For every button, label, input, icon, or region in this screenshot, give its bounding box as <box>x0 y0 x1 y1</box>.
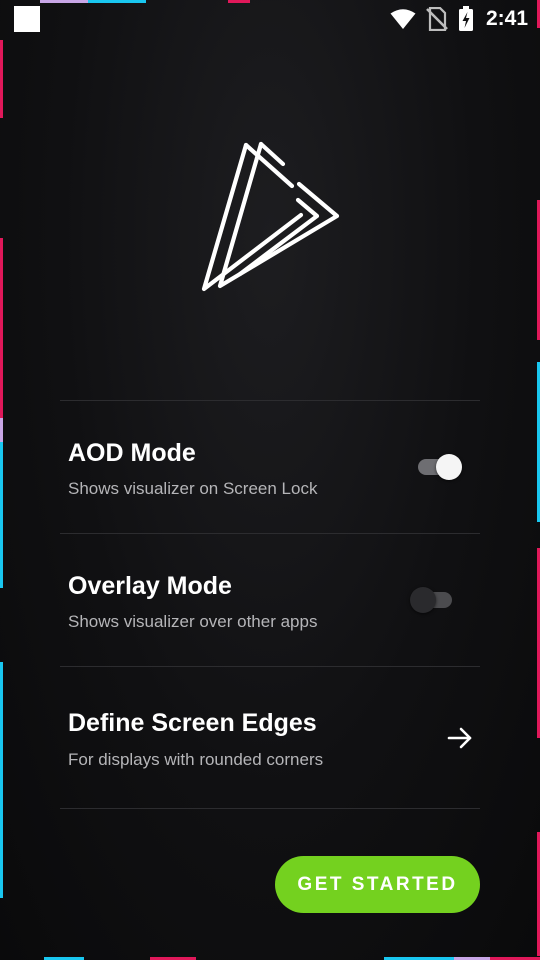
row-subtitle: For displays with rounded corners <box>68 750 324 769</box>
get-started-button[interactable]: GET STARTED <box>275 856 480 913</box>
app-logo <box>201 141 340 292</box>
row-subtitle: Shows visualizer over other apps <box>68 612 318 631</box>
wifi-icon <box>390 9 416 29</box>
notification-square-icon <box>14 6 40 32</box>
settings-row-aod[interactable]: AOD Mode Shows visualizer on Screen Lock <box>60 401 480 533</box>
status-bar: 2:41 <box>0 0 540 38</box>
settings-row-screen-edges[interactable]: Define Screen Edges For displays with ro… <box>60 667 480 808</box>
row-title: Overlay Mode <box>68 572 232 600</box>
row-title: AOD Mode <box>68 439 196 467</box>
settings-row-overlay[interactable]: Overlay Mode Shows visualizer over other… <box>60 534 480 666</box>
aod-mode-toggle[interactable] <box>418 454 462 480</box>
no-sim-icon <box>426 7 448 31</box>
toggle-thumb <box>410 587 436 613</box>
arrow-right-icon[interactable] <box>446 724 474 752</box>
battery-charging-icon <box>458 6 473 31</box>
toggle-thumb <box>436 454 462 480</box>
status-icons: 2:41 <box>390 5 528 33</box>
divider <box>60 808 480 809</box>
onboarding-screen: 2:41 AOD Mode Shows visualizer on Screen… <box>0 0 540 960</box>
overlay-mode-toggle[interactable] <box>410 587 456 613</box>
row-subtitle: Shows visualizer on Screen Lock <box>68 479 318 498</box>
row-title: Define Screen Edges <box>68 709 317 737</box>
status-time: 2:41 <box>485 7 528 30</box>
